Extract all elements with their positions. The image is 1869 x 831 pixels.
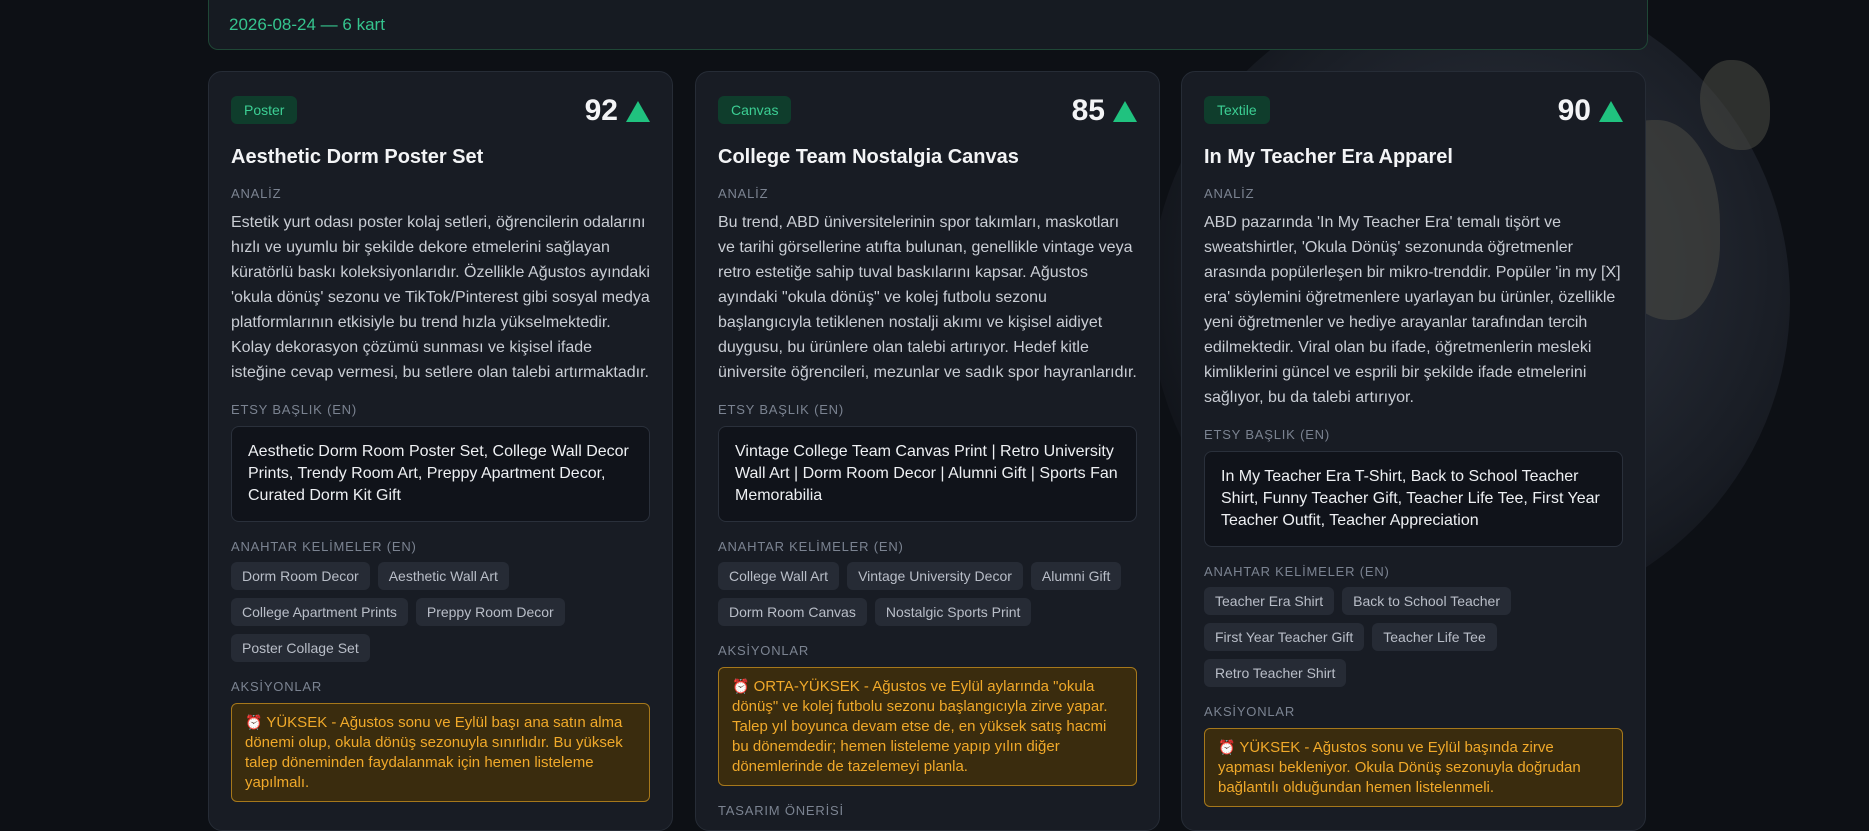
score: 90 [1558,94,1623,128]
action-box: ⏰ YÜKSEK - Ağustos sonu ve Eylül başında… [1204,728,1623,807]
design-suggestion-label: TASARIM ÖNERİSİ [718,803,844,818]
keyword-tag[interactable]: Nostalgic Sports Print [874,598,1032,626]
analysis-text: Bu trend, ABD üniversitelerinin spor tak… [718,214,1137,381]
keyword-tag[interactable]: Vintage University Decor [847,562,1023,590]
analysis-text: Estetik yurt odası poster kolaj setleri,… [231,214,650,381]
trend-up-icon [1113,100,1137,122]
etsy-title-label: ETSY BAŞLIK (EN) [1204,427,1330,442]
etsy-title-label: ETSY BAŞLIK (EN) [718,402,844,417]
card-title: College Team Nostalgia Canvas [718,146,1019,168]
keyword-tag[interactable]: First Year Teacher Gift [1204,623,1365,651]
keyword-tag[interactable]: Preppy Room Decor [415,598,565,626]
keyword-tag[interactable]: College Wall Art [718,562,840,590]
actions-label: AKSİYONLAR [1204,704,1296,719]
trend-up-icon [1599,100,1623,122]
action-text: YÜKSEK - Ağustos sonu ve Eylül başında z… [1218,739,1581,796]
actions-label: AKSİYONLAR [231,679,323,694]
trend-up-icon [626,100,650,122]
keyword-tag[interactable]: Aesthetic Wall Art [377,562,509,590]
category-badge: Textile [1204,96,1270,124]
date-summary-text: 2026-08-24 — 6 kart [229,14,385,34]
alarm-clock-icon: ⏰ [1218,739,1236,755]
action-text: YÜKSEK - Ağustos sonu ve Eylül başı ana … [245,714,623,791]
keyword-list: College Wall Art Vintage University Deco… [718,562,1137,626]
score-value: 90 [1557,94,1591,127]
category-badge: Poster [231,96,298,124]
analysis-text: ABD pazarında 'In My Teacher Era' temalı… [1204,214,1621,406]
action-text: ORTA-YÜKSEK - Ağustos ve Eylül aylarında… [732,678,1108,775]
keyword-tag[interactable]: Dorm Room Canvas [718,598,867,626]
keyword-tag[interactable]: College Apartment Prints [231,598,408,626]
action-box: ⏰ YÜKSEK - Ağustos sonu ve Eylül başı an… [231,703,650,802]
keyword-list: Dorm Room Decor Aesthetic Wall Art Colle… [231,562,650,662]
keyword-tag[interactable]: Retro Teacher Shirt [1204,659,1347,687]
analysis-label: ANALİZ [1204,186,1255,201]
keyword-tag[interactable]: Dorm Room Decor [231,562,370,590]
trend-card[interactable]: Poster 92 Aesthetic Dorm Poster Set ANAL… [208,71,673,831]
keyword-tag[interactable]: Back to School Teacher [1342,587,1512,615]
card-title: Aesthetic Dorm Poster Set [231,146,484,168]
keyword-tag[interactable]: Teacher Life Tee [1372,623,1497,651]
date-summary-bar: 2026-08-24 — 6 kart [208,0,1648,50]
alarm-clock-icon: ⏰ [732,678,750,694]
etsy-title-label: ETSY BAŞLIK (EN) [231,402,357,417]
card-title: In My Teacher Era Apparel [1204,146,1453,168]
keyword-tag[interactable]: Alumni Gift [1030,562,1122,590]
keywords-label: ANAHTAR KELİMELER (EN) [1204,564,1390,579]
score: 85 [1072,94,1137,128]
keyword-tag[interactable]: Poster Collage Set [231,634,370,662]
action-box: ⏰ ORTA-YÜKSEK - Ağustos ve Eylül ayların… [718,667,1137,786]
category-badge: Canvas [718,96,792,124]
trend-card[interactable]: Textile 90 In My Teacher Era Apparel ANA… [1181,71,1646,831]
analysis-label: ANALİZ [231,186,282,201]
score-value: 85 [1071,94,1105,127]
score: 92 [585,94,650,128]
trend-card[interactable]: Canvas 85 College Team Nostalgia Canvas … [695,71,1160,831]
keyword-tag[interactable]: Teacher Era Shirt [1204,587,1335,615]
keywords-label: ANAHTAR KELİMELER (EN) [718,539,904,554]
keywords-label: ANAHTAR KELİMELER (EN) [231,539,417,554]
etsy-title-box[interactable]: In My Teacher Era T-Shirt, Back to Schoo… [1204,451,1623,547]
actions-label: AKSİYONLAR [718,643,810,658]
etsy-title-box[interactable]: Vintage College Team Canvas Print | Retr… [718,426,1137,522]
score-value: 92 [584,94,618,127]
keyword-list: Teacher Era Shirt Back to School Teacher… [1204,587,1623,687]
alarm-clock-icon: ⏰ [245,714,263,730]
analysis-label: ANALİZ [718,186,769,201]
etsy-title-box[interactable]: Aesthetic Dorm Room Poster Set, College … [231,426,650,522]
